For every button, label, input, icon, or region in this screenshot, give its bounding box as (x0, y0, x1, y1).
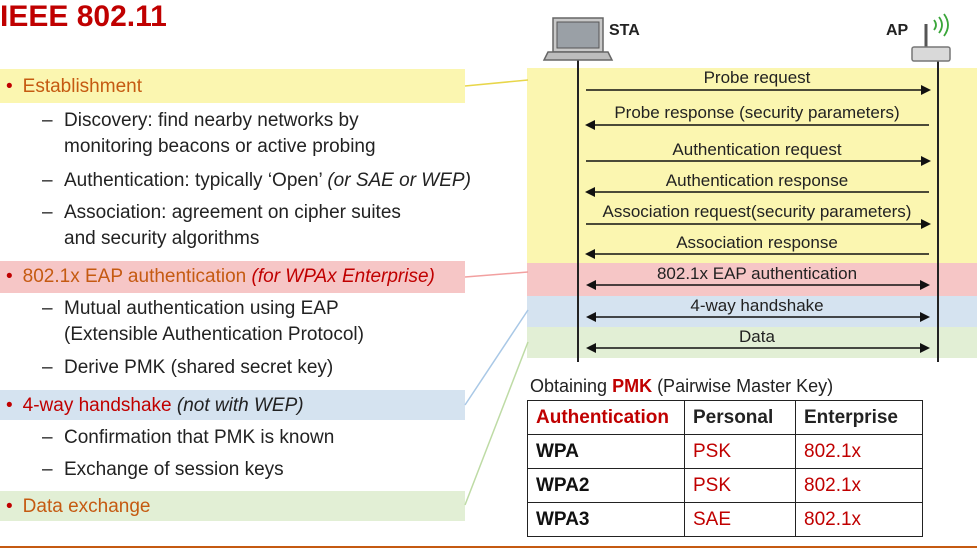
table-title: Obtaining PMK (Pairwise Master Key) (530, 376, 833, 397)
table-header: Enterprise (795, 400, 923, 435)
message-probe-response: Probe response (security parameters) (614, 103, 900, 122)
sub-discovery: – Discovery: find nearby networks by moni… (42, 108, 376, 160)
ap-label: AP (886, 22, 909, 39)
sub-line: (Extensible Authentication Protocol) (64, 324, 364, 345)
message-handshake: 4-way handshake (690, 296, 824, 315)
sta-label: STA (609, 22, 640, 39)
sub-association: – Association: agreement on cipher suites… (42, 200, 401, 252)
slide: IEEE 802.11 STA AP Probe request Probe r… (0, 0, 977, 557)
laptop-icon (542, 17, 614, 61)
table-row: WPA PSK 802.1x (527, 434, 923, 469)
sub-line: Derive PMK (shared secret key) (64, 357, 334, 378)
table-header: Personal (684, 400, 796, 435)
sub-confirmation: – Confirmation that PMK is known (42, 427, 335, 448)
access-point-icon (911, 13, 951, 62)
sub-derive-pmk: – Derive PMK (shared secret key) (42, 357, 334, 378)
bullet-dot-icon: • (6, 266, 13, 287)
sub-line: Exchange of session keys (64, 459, 284, 480)
message-assoc-request: Association request(security parameters) (602, 202, 912, 221)
sub-line: monitoring beacons or active probing (64, 136, 376, 157)
message-auth-request: Authentication request (672, 140, 842, 159)
sub-authentication: – Authentication: typically ‘Open’ (or SA… (42, 170, 471, 191)
sub-line: Discovery: find nearby networks by (64, 110, 359, 131)
table-cell: 802.1x (795, 434, 923, 469)
sub-line-italic: (or SAE or WEP) (327, 170, 471, 191)
bullet-label: 4-way handshake (22, 395, 177, 416)
bullet-data-exchange: • Data exchange (6, 496, 150, 518)
sub-mutual-auth: – Mutual authentication using EAP (Extens… (42, 296, 364, 348)
message-assoc-response: Association response (676, 233, 838, 252)
sub-line: Association: agreement on cipher suites (64, 202, 401, 223)
sub-line: and security algorithms (64, 228, 260, 249)
sub-line: Confirmation that PMK is known (64, 427, 335, 448)
table-cell: 802.1x (795, 468, 923, 503)
table-row: WPA3 SAE 802.1x (527, 502, 923, 537)
bullet-dot-icon: • (6, 76, 13, 97)
message-data: Data (739, 327, 775, 346)
table-cell: 802.1x (795, 502, 923, 537)
bullet-suffix: (for WPAx Enterprise) (251, 266, 435, 287)
table-cell: WPA3 (527, 502, 685, 537)
table-cell: WPA2 (527, 468, 685, 503)
auth-table: Authentication Personal Enterprise WPA P… (527, 400, 923, 537)
connector-establishment (464, 79, 529, 87)
bullet-eap: • 802.1x EAP authentication (for WPAx Ent… (6, 266, 435, 288)
table-row: WPA2 PSK 802.1x (527, 468, 923, 503)
table-cell: WPA (527, 434, 685, 469)
table-cell: SAE (684, 502, 796, 537)
bullet-handshake: • 4-way handshake (not with WEP) (6, 395, 304, 417)
bullet-dot-icon: • (6, 496, 13, 517)
sub-session-keys: – Exchange of session keys (42, 459, 284, 480)
table-title-key: PMK (612, 376, 653, 396)
connector-handshake (464, 309, 529, 406)
message-probe-request: Probe request (703, 68, 811, 87)
bullet-label: Data exchange (22, 496, 151, 517)
sub-line: Mutual authentication using EAP (64, 298, 339, 319)
bottom-divider (0, 546, 977, 548)
bullet-label: Establishment (22, 76, 142, 97)
bullet-dot-icon: • (6, 395, 13, 416)
table-cell: PSK (684, 434, 796, 469)
table-cell: PSK (684, 468, 796, 503)
table-header-row: Authentication Personal Enterprise (527, 400, 923, 435)
table-header: Authentication (527, 400, 685, 435)
connector-eap (464, 271, 529, 278)
table-title-prefix: Obtaining (530, 376, 613, 396)
bullet-label: 802.1x EAP authentication (22, 266, 252, 287)
message-auth-response: Authentication response (665, 171, 849, 190)
bullet-establishment: • Establishment (6, 76, 142, 98)
connector-data (464, 341, 529, 506)
message-eap: 802.1x EAP authentication (656, 264, 858, 283)
sub-line: Authentication: typically ‘Open’ (64, 170, 328, 191)
table-title-suffix: (Pairwise Master Key) (652, 376, 834, 396)
bullet-suffix: (not with WEP) (176, 395, 304, 416)
